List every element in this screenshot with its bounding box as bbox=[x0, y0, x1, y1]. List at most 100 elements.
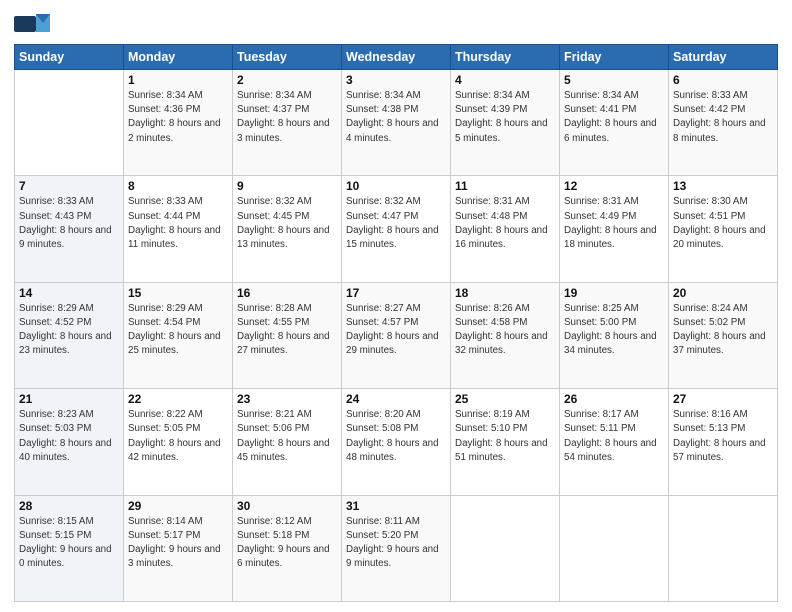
day-detail: Sunrise: 8:34 AM Sunset: 4:39 PM Dayligh… bbox=[455, 89, 555, 146]
calendar-day-cell bbox=[451, 495, 560, 601]
calendar-day-cell: 25 Sunrise: 8:19 AM Sunset: 5:10 PM Dayl… bbox=[451, 389, 560, 495]
daylight-text: Daylight: 8 hours and 3 minutes. bbox=[237, 118, 330, 143]
day-number: 5 bbox=[564, 73, 664, 87]
day-number: 1 bbox=[128, 73, 228, 87]
sunrise-text: Sunrise: 8:33 AM bbox=[19, 196, 94, 207]
sunrise-text: Sunrise: 8:34 AM bbox=[128, 90, 203, 101]
calendar-week-row: 14 Sunrise: 8:29 AM Sunset: 4:52 PM Dayl… bbox=[15, 282, 778, 388]
calendar-day-cell: 20 Sunrise: 8:24 AM Sunset: 5:02 PM Dayl… bbox=[669, 282, 778, 388]
daylight-text: Daylight: 8 hours and 2 minutes. bbox=[128, 118, 221, 143]
calendar-day-cell: 16 Sunrise: 8:28 AM Sunset: 4:55 PM Dayl… bbox=[233, 282, 342, 388]
sunrise-text: Sunrise: 8:23 AM bbox=[19, 409, 94, 420]
day-number: 9 bbox=[237, 179, 337, 193]
daylight-text: Daylight: 8 hours and 57 minutes. bbox=[673, 438, 766, 463]
daylight-text: Daylight: 9 hours and 6 minutes. bbox=[237, 544, 330, 569]
daylight-text: Daylight: 8 hours and 11 minutes. bbox=[128, 225, 221, 250]
day-detail: Sunrise: 8:19 AM Sunset: 5:10 PM Dayligh… bbox=[455, 408, 555, 465]
day-detail: Sunrise: 8:24 AM Sunset: 5:02 PM Dayligh… bbox=[673, 302, 773, 359]
sunrise-text: Sunrise: 8:33 AM bbox=[128, 196, 203, 207]
day-number: 25 bbox=[455, 392, 555, 406]
sunrise-text: Sunrise: 8:27 AM bbox=[346, 303, 421, 314]
calendar-day-cell: 8 Sunrise: 8:33 AM Sunset: 4:44 PM Dayli… bbox=[124, 176, 233, 282]
calendar-day-cell: 9 Sunrise: 8:32 AM Sunset: 4:45 PM Dayli… bbox=[233, 176, 342, 282]
sunset-text: Sunset: 4:54 PM bbox=[128, 317, 200, 328]
day-number: 6 bbox=[673, 73, 773, 87]
day-detail: Sunrise: 8:30 AM Sunset: 4:51 PM Dayligh… bbox=[673, 195, 773, 252]
calendar-day-cell: 7 Sunrise: 8:33 AM Sunset: 4:43 PM Dayli… bbox=[15, 176, 124, 282]
calendar-day-cell: 19 Sunrise: 8:25 AM Sunset: 5:00 PM Dayl… bbox=[560, 282, 669, 388]
sunset-text: Sunset: 4:37 PM bbox=[237, 104, 309, 115]
daylight-text: Daylight: 9 hours and 3 minutes. bbox=[128, 544, 221, 569]
day-detail: Sunrise: 8:32 AM Sunset: 4:45 PM Dayligh… bbox=[237, 195, 337, 252]
sunrise-text: Sunrise: 8:19 AM bbox=[455, 409, 530, 420]
day-number: 19 bbox=[564, 286, 664, 300]
sunrise-text: Sunrise: 8:30 AM bbox=[673, 196, 748, 207]
day-number: 2 bbox=[237, 73, 337, 87]
day-detail: Sunrise: 8:31 AM Sunset: 4:48 PM Dayligh… bbox=[455, 195, 555, 252]
daylight-text: Daylight: 9 hours and 0 minutes. bbox=[19, 544, 112, 569]
calendar-day-cell: 5 Sunrise: 8:34 AM Sunset: 4:41 PM Dayli… bbox=[560, 70, 669, 176]
calendar-day-cell: 17 Sunrise: 8:27 AM Sunset: 4:57 PM Dayl… bbox=[342, 282, 451, 388]
sunrise-text: Sunrise: 8:28 AM bbox=[237, 303, 312, 314]
day-number: 17 bbox=[346, 286, 446, 300]
day-detail: Sunrise: 8:29 AM Sunset: 4:52 PM Dayligh… bbox=[19, 302, 119, 359]
calendar-day-cell: 30 Sunrise: 8:12 AM Sunset: 5:18 PM Dayl… bbox=[233, 495, 342, 601]
daylight-text: Daylight: 8 hours and 4 minutes. bbox=[346, 118, 439, 143]
day-detail: Sunrise: 8:33 AM Sunset: 4:42 PM Dayligh… bbox=[673, 89, 773, 146]
calendar-week-row: 21 Sunrise: 8:23 AM Sunset: 5:03 PM Dayl… bbox=[15, 389, 778, 495]
day-number: 13 bbox=[673, 179, 773, 193]
weekday-header-row: SundayMondayTuesdayWednesdayThursdayFrid… bbox=[15, 45, 778, 70]
weekday-header: Saturday bbox=[669, 45, 778, 70]
sunrise-text: Sunrise: 8:17 AM bbox=[564, 409, 639, 420]
sunrise-text: Sunrise: 8:24 AM bbox=[673, 303, 748, 314]
sunrise-text: Sunrise: 8:20 AM bbox=[346, 409, 421, 420]
sunset-text: Sunset: 4:41 PM bbox=[564, 104, 636, 115]
sunset-text: Sunset: 4:39 PM bbox=[455, 104, 527, 115]
calendar-day-cell: 10 Sunrise: 8:32 AM Sunset: 4:47 PM Dayl… bbox=[342, 176, 451, 282]
daylight-text: Daylight: 8 hours and 34 minutes. bbox=[564, 331, 657, 356]
weekday-header: Sunday bbox=[15, 45, 124, 70]
day-number: 23 bbox=[237, 392, 337, 406]
daylight-text: Daylight: 8 hours and 51 minutes. bbox=[455, 438, 548, 463]
calendar-table: SundayMondayTuesdayWednesdayThursdayFrid… bbox=[14, 44, 778, 602]
day-number: 26 bbox=[564, 392, 664, 406]
daylight-text: Daylight: 9 hours and 9 minutes. bbox=[346, 544, 439, 569]
day-detail: Sunrise: 8:22 AM Sunset: 5:05 PM Dayligh… bbox=[128, 408, 228, 465]
sunset-text: Sunset: 5:02 PM bbox=[673, 317, 745, 328]
day-number: 29 bbox=[128, 499, 228, 513]
sunset-text: Sunset: 5:05 PM bbox=[128, 423, 200, 434]
sunset-text: Sunset: 4:47 PM bbox=[346, 211, 418, 222]
sunrise-text: Sunrise: 8:33 AM bbox=[673, 90, 748, 101]
sunset-text: Sunset: 5:15 PM bbox=[19, 530, 91, 541]
calendar-day-cell: 26 Sunrise: 8:17 AM Sunset: 5:11 PM Dayl… bbox=[560, 389, 669, 495]
day-detail: Sunrise: 8:28 AM Sunset: 4:55 PM Dayligh… bbox=[237, 302, 337, 359]
day-number: 24 bbox=[346, 392, 446, 406]
sunrise-text: Sunrise: 8:16 AM bbox=[673, 409, 748, 420]
day-detail: Sunrise: 8:33 AM Sunset: 4:43 PM Dayligh… bbox=[19, 195, 119, 252]
sunset-text: Sunset: 4:42 PM bbox=[673, 104, 745, 115]
day-number: 30 bbox=[237, 499, 337, 513]
sunset-text: Sunset: 4:45 PM bbox=[237, 211, 309, 222]
day-detail: Sunrise: 8:34 AM Sunset: 4:38 PM Dayligh… bbox=[346, 89, 446, 146]
day-number: 3 bbox=[346, 73, 446, 87]
day-detail: Sunrise: 8:15 AM Sunset: 5:15 PM Dayligh… bbox=[19, 515, 119, 572]
sunrise-text: Sunrise: 8:32 AM bbox=[237, 196, 312, 207]
weekday-header: Wednesday bbox=[342, 45, 451, 70]
sunrise-text: Sunrise: 8:29 AM bbox=[128, 303, 203, 314]
sunrise-text: Sunrise: 8:25 AM bbox=[564, 303, 639, 314]
sunset-text: Sunset: 5:06 PM bbox=[237, 423, 309, 434]
sunset-text: Sunset: 4:44 PM bbox=[128, 211, 200, 222]
weekday-header: Thursday bbox=[451, 45, 560, 70]
day-number: 12 bbox=[564, 179, 664, 193]
calendar-day-cell bbox=[669, 495, 778, 601]
sunrise-text: Sunrise: 8:34 AM bbox=[455, 90, 530, 101]
daylight-text: Daylight: 8 hours and 32 minutes. bbox=[455, 331, 548, 356]
day-detail: Sunrise: 8:11 AM Sunset: 5:20 PM Dayligh… bbox=[346, 515, 446, 572]
calendar-day-cell: 23 Sunrise: 8:21 AM Sunset: 5:06 PM Dayl… bbox=[233, 389, 342, 495]
sunrise-text: Sunrise: 8:22 AM bbox=[128, 409, 203, 420]
sunrise-text: Sunrise: 8:14 AM bbox=[128, 516, 203, 527]
daylight-text: Daylight: 8 hours and 13 minutes. bbox=[237, 225, 330, 250]
day-detail: Sunrise: 8:33 AM Sunset: 4:44 PM Dayligh… bbox=[128, 195, 228, 252]
calendar-day-cell: 14 Sunrise: 8:29 AM Sunset: 4:52 PM Dayl… bbox=[15, 282, 124, 388]
calendar-day-cell: 27 Sunrise: 8:16 AM Sunset: 5:13 PM Dayl… bbox=[669, 389, 778, 495]
